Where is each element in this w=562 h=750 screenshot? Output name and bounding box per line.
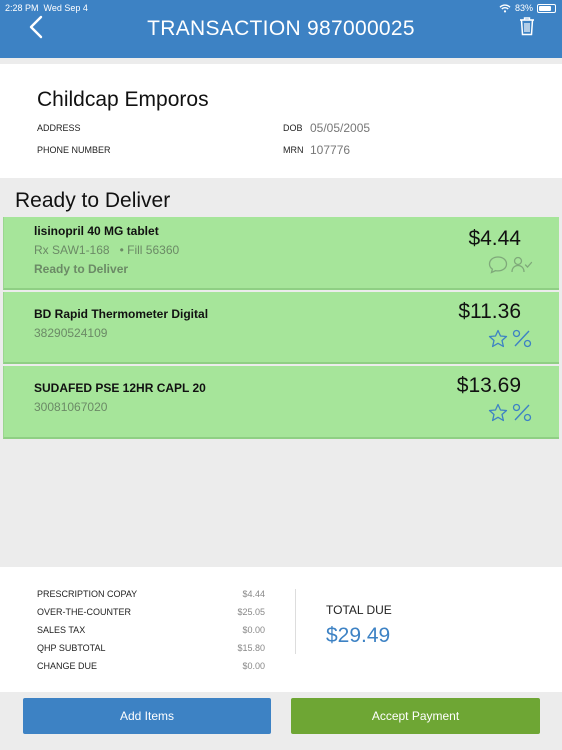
summary-divider [295, 589, 296, 654]
phone-label: PHONE NUMBER [37, 145, 111, 155]
percent-icon[interactable] [512, 403, 532, 422]
comment-icon[interactable] [488, 255, 508, 274]
summary-value-copay: $4.44 [242, 589, 265, 599]
item-name: SUDAFED PSE 12HR CAPL 20 [34, 381, 206, 395]
patient-name: Childcap Emporos [37, 88, 209, 111]
star-icon[interactable] [488, 403, 508, 422]
item-name: BD Rapid Thermometer Digital [34, 307, 209, 321]
summary-label-change: CHANGE DUE [37, 661, 98, 671]
total-due-label: TOTAL DUE [326, 603, 392, 617]
trash-icon[interactable] [518, 16, 536, 36]
battery-level [539, 5, 552, 11]
mrn-label: MRN [283, 145, 304, 155]
status-clock: 2:28 PM [5, 3, 39, 13]
dob-value: 05/05/2005 [310, 121, 371, 135]
address-label: ADDRESS [37, 123, 81, 133]
add-items-button[interactable]: Add Items [23, 698, 271, 734]
transaction-screen: 2:28 PM Wed Sep 4 83% TRANSACTION 987000… [0, 0, 562, 750]
summary-label-copay: PRESCRIPTION COPAY [37, 589, 138, 599]
summary-value-otc: $25.05 [237, 607, 265, 617]
battery-percent: 83% [514, 3, 533, 13]
accept-payment-button[interactable]: Accept Payment [291, 698, 540, 734]
status-date: Wed Sep 4 [43, 3, 88, 13]
item-price: $11.36 [458, 300, 521, 323]
item-price: $13.69 [456, 374, 521, 397]
summary-label-tax: SALES TAX [37, 625, 86, 635]
user-check-icon[interactable] [511, 256, 533, 273]
page-title: TRANSACTION 987000025 [147, 17, 415, 40]
dob-label: DOB [283, 123, 303, 133]
rx-number: Rx SAW1-168 [34, 243, 110, 257]
item-name: lisinopril 40 MG tablet [34, 224, 159, 238]
percent-icon[interactable] [512, 329, 532, 348]
list-item-prescription[interactable]: lisinopril 40 MG tablet Rx SAW1-168 • Fi… [3, 217, 559, 290]
summary-value-qhp: $15.80 [237, 643, 265, 653]
status-indicators: 83% [499, 3, 556, 13]
header-bar: 2:28 PM Wed Sep 4 83% TRANSACTION 987000… [0, 0, 562, 58]
star-icon[interactable] [488, 329, 508, 348]
totals-summary: PRESCRIPTION COPAY $4.44 OVER-THE-COUNTE… [0, 567, 562, 692]
battery-icon [537, 3, 556, 13]
wifi-icon [499, 3, 511, 12]
item-rx: Rx SAW1-168 • Fill 56360 [34, 243, 179, 257]
mrn-value: 107776 [310, 143, 351, 157]
total-due-value: $29.49 [326, 624, 391, 647]
section-title: Ready to Deliver [15, 189, 171, 212]
patient-card: Childcap Emporos ADDRESS PHONE NUMBER DO… [0, 64, 562, 178]
status-time: 2:28 PM Wed Sep 4 [5, 3, 88, 13]
fill-number: • Fill 56360 [119, 243, 180, 257]
summary-label-qhp: QHP SUBTOTAL [37, 643, 106, 653]
summary-label-otc: OVER-THE-COUNTER [37, 607, 131, 617]
summary-value-change: $0.00 [242, 661, 265, 671]
list-item-otc[interactable]: SUDAFED PSE 12HR CAPL 20 30081067020 $13… [3, 366, 559, 439]
summary-value-tax: $0.00 [242, 625, 265, 635]
item-price: $4.44 [468, 227, 521, 250]
list-item-otc[interactable]: BD Rapid Thermometer Digital 38290524109… [3, 292, 559, 364]
item-code: 30081067020 [34, 400, 108, 414]
item-status: Ready to Deliver [34, 262, 129, 276]
item-code: 38290524109 [34, 326, 108, 340]
